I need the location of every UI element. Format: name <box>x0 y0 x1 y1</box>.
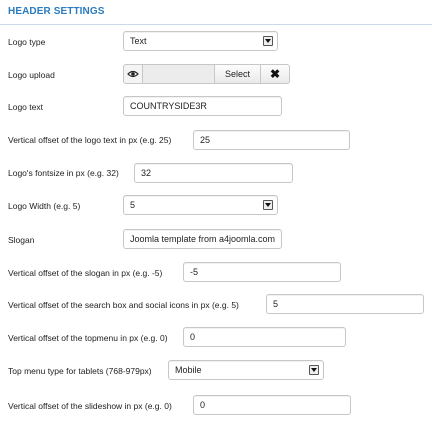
logo-fontsize-label: Logo's fontsize in px (e.g. 32) <box>8 168 119 178</box>
search-offset-value: 5 <box>273 299 279 309</box>
logo-type-label: Logo type <box>8 37 46 47</box>
preview-button[interactable] <box>123 64 143 84</box>
topmenu-offset-label: Vertical offset of the topmenu in px (e.… <box>8 333 168 343</box>
logo-text-offset-value: 25 <box>200 135 211 145</box>
logo-upload-label: Logo upload <box>8 70 55 80</box>
logo-text-label: Logo text <box>8 102 43 112</box>
search-offset-label: Vertical offset of the search box and so… <box>8 300 239 310</box>
slogan-offset-input[interactable]: -5 <box>183 262 341 282</box>
logo-type-value: Text <box>130 36 147 46</box>
close-icon: ✖ <box>269 67 281 81</box>
logo-width-value: 5 <box>130 200 136 210</box>
slideshow-offset-label: Vertical offset of the slideshow in px (… <box>8 401 172 411</box>
tablet-menu-type-label: Top menu type for tablets (768-979px) <box>8 366 152 376</box>
topmenu-offset-value: 0 <box>190 332 196 342</box>
slogan-value: Joomla template from a4joomla.com <box>130 234 276 244</box>
logo-path-field[interactable] <box>142 64 215 84</box>
slogan-offset-value: -5 <box>190 267 199 277</box>
eye-icon <box>127 70 139 78</box>
slogan-input[interactable]: Joomla template from a4joomla.com <box>123 229 282 249</box>
logo-fontsize-value: 32 <box>141 168 152 178</box>
slideshow-offset-value: 0 <box>200 400 206 410</box>
logo-width-label: Logo Width (e.g. 5) <box>8 201 81 211</box>
logo-fontsize-input[interactable]: 32 <box>134 163 293 183</box>
chevron-down-icon[interactable] <box>263 200 273 210</box>
select-button[interactable]: Select <box>214 64 261 84</box>
section-title: HEADER SETTINGS <box>8 6 105 17</box>
slideshow-offset-input[interactable]: 0 <box>193 395 351 415</box>
logo-text-offset-label: Vertical offset of the logo text in px (… <box>8 135 172 145</box>
chevron-down-icon[interactable] <box>263 36 273 46</box>
tablet-menu-type-select[interactable]: Mobile <box>168 360 324 380</box>
slogan-offset-label: Vertical offset of the slogan in px (e.g… <box>8 268 163 278</box>
tablet-menu-type-value: Mobile <box>175 365 202 375</box>
logo-text-offset-input[interactable]: 25 <box>193 130 350 150</box>
logo-type-select[interactable]: Text <box>123 31 278 51</box>
clear-button[interactable]: ✖ <box>260 64 290 84</box>
logo-upload-control: Select ✖ <box>123 64 290 84</box>
section-header: HEADER SETTINGS <box>0 0 432 25</box>
logo-width-select[interactable]: 5 <box>123 195 278 215</box>
logo-text-input[interactable]: COUNTRYSIDE3R <box>123 96 282 116</box>
topmenu-offset-input[interactable]: 0 <box>183 327 346 347</box>
search-offset-input[interactable]: 5 <box>266 294 424 314</box>
logo-text-value: COUNTRYSIDE3R <box>130 101 207 111</box>
slogan-label: Slogan <box>8 235 35 245</box>
chevron-down-icon[interactable] <box>309 365 319 375</box>
